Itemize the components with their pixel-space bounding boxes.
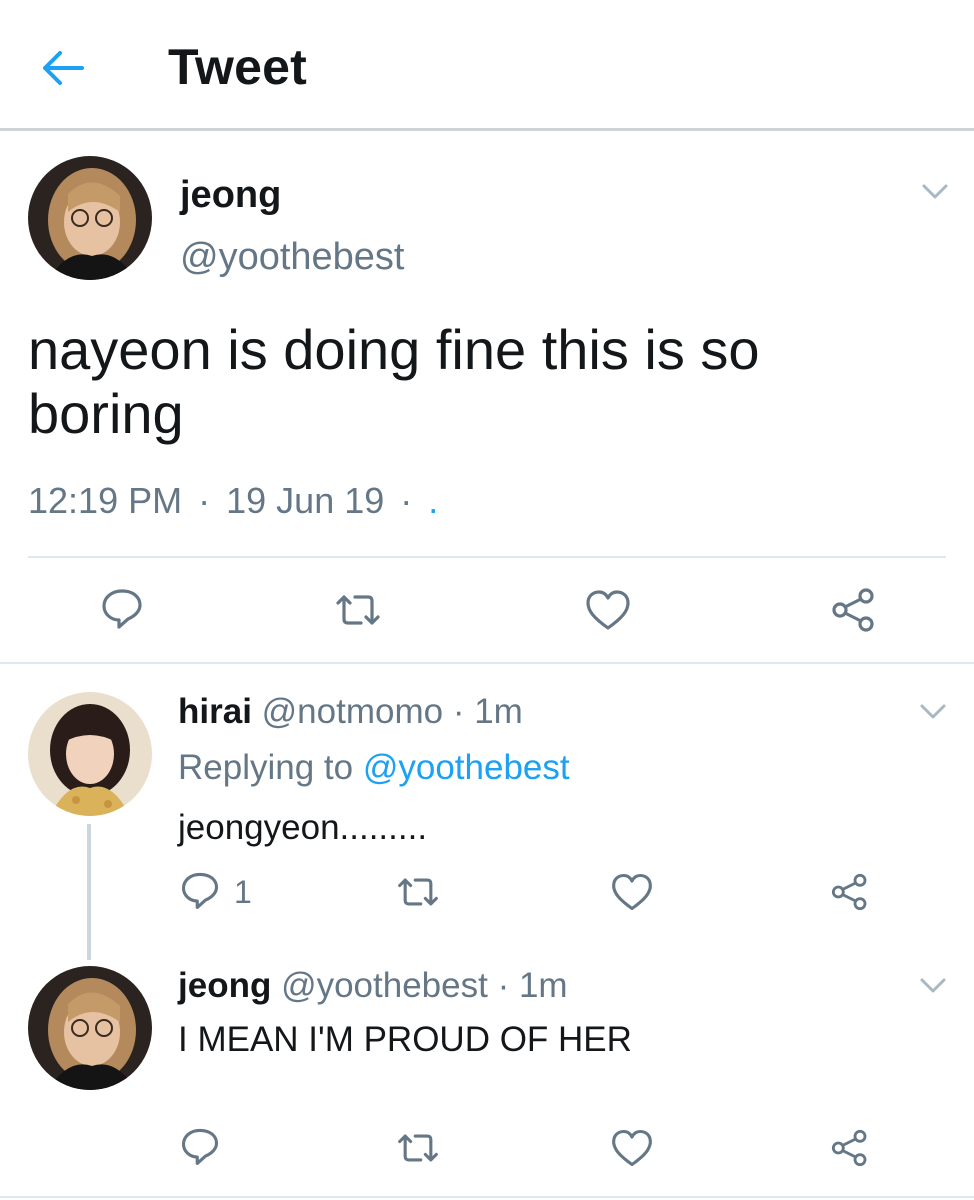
tweet-timestamp: 12:19 PM · 19 Jun 19 · . <box>28 480 438 522</box>
reply-display-name[interactable]: jeong <box>178 966 271 1005</box>
reply-avatar-jeong[interactable] <box>28 966 152 1090</box>
back-button[interactable] <box>40 48 86 88</box>
like-button[interactable] <box>584 586 632 634</box>
thread-connector-line <box>87 824 91 960</box>
speech-bubble-icon <box>181 1128 219 1165</box>
speech-bubble-icon <box>181 872 219 909</box>
reply-header: jeong @yoothebest · 1m <box>178 966 568 1006</box>
divider <box>28 556 946 558</box>
tweet-time: 12:19 PM <box>28 480 183 521</box>
like-button[interactable] <box>610 870 654 914</box>
header-divider <box>0 128 974 131</box>
tweet-text: nayeon is doing fine this is so boring <box>28 318 760 445</box>
share-nodes-icon <box>831 1129 867 1167</box>
author-handle[interactable]: @yoothebest <box>180 236 405 279</box>
reply-text: I MEAN I'M PROUD OF HER <box>178 1020 632 1059</box>
heart-outline-icon <box>612 1129 652 1167</box>
tweet-date: 19 Jun 19 <box>226 480 385 521</box>
chevron-down-icon <box>922 184 948 199</box>
top-app-bar <box>0 0 974 128</box>
reply-age: 1m <box>518 966 568 1005</box>
reply-button[interactable] <box>178 868 222 912</box>
reply-display-name[interactable]: hirai <box>178 692 252 731</box>
page-title: Tweet <box>168 39 307 95</box>
meta-separator: · <box>452 692 465 731</box>
meta-separator: · <box>198 480 211 521</box>
share-nodes-icon <box>832 588 874 632</box>
reply-header: hirai @notmomo · 1m <box>178 692 523 732</box>
retweet-button[interactable] <box>334 586 382 634</box>
retweet-arrows-icon <box>336 595 380 625</box>
like-button[interactable] <box>610 1126 654 1170</box>
avatar-photo-jeong <box>28 966 152 1090</box>
meta-separator: · <box>497 966 510 1005</box>
chevron-down-icon <box>920 978 946 993</box>
retweet-arrows-icon <box>398 878 438 906</box>
arrow-left-icon <box>43 51 84 85</box>
reply-count: 1 <box>234 874 252 910</box>
retweet-arrows-icon <box>398 1134 438 1162</box>
tweet-menu-button[interactable] <box>920 182 950 202</box>
avatar-photo-jeong <box>28 156 152 280</box>
reply-handle[interactable]: @yoothebest <box>281 966 488 1005</box>
heart-outline-icon <box>586 590 630 630</box>
divider <box>0 662 974 664</box>
chevron-down-icon <box>920 704 946 719</box>
speech-bubble-icon <box>102 589 142 629</box>
divider <box>0 1196 974 1198</box>
heart-outline-icon <box>612 873 652 911</box>
share-button[interactable] <box>830 872 870 912</box>
reply-menu-button[interactable] <box>918 702 948 722</box>
replying-to-handle-link[interactable]: @yoothebest <box>363 748 570 787</box>
reply-button[interactable] <box>178 1124 222 1168</box>
tweet-source-link[interactable]: . <box>428 480 438 521</box>
replying-to-label: Replying to <box>178 748 354 787</box>
reply-age: 1m <box>474 692 523 731</box>
share-button[interactable] <box>830 1128 870 1168</box>
avatar-photo-hirai <box>28 692 152 816</box>
share-button[interactable] <box>830 586 878 634</box>
meta-separator: · <box>400 480 413 521</box>
reply-avatar-hirai[interactable] <box>28 692 152 816</box>
retweet-button[interactable] <box>396 1126 440 1170</box>
replying-to-line: Replying to @yoothebest <box>178 748 570 788</box>
reply-menu-button[interactable] <box>918 976 948 996</box>
reply-button[interactable] <box>98 584 146 632</box>
retweet-button[interactable] <box>396 870 440 914</box>
reply-text: jeongyeon......... <box>178 808 428 847</box>
author-display-name[interactable]: jeong <box>180 174 281 217</box>
reply-handle[interactable]: @notmomo <box>262 692 443 731</box>
share-nodes-icon <box>831 873 867 911</box>
author-avatar[interactable] <box>28 156 152 280</box>
